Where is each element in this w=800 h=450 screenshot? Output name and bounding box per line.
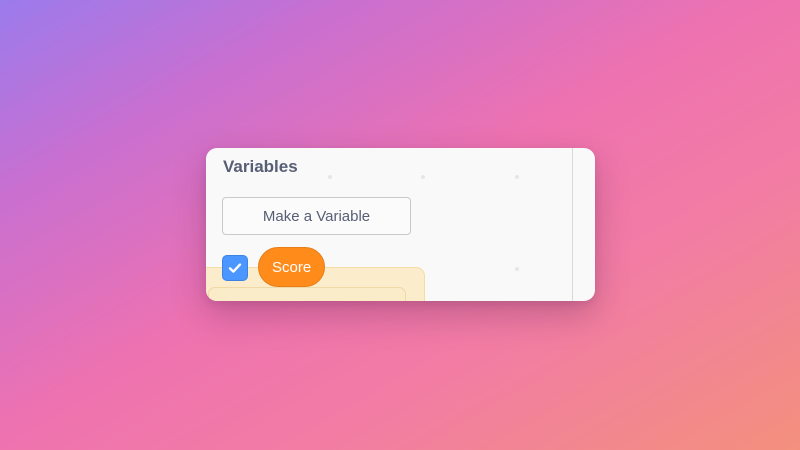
category-title: Variables	[223, 157, 298, 176]
variable-visibility-checkbox[interactable]	[222, 255, 248, 281]
workspace-grid-dot	[515, 175, 519, 179]
palette-divider	[572, 148, 573, 301]
workspace-grid-dot	[515, 267, 519, 271]
workspace-grid-dot	[328, 175, 332, 179]
checkmark-icon	[228, 263, 242, 273]
make-a-variable-button[interactable]: Make a Variable	[222, 197, 411, 235]
blocks-palette-panel: Variables Make a Variable Score	[206, 148, 595, 301]
workspace-grid-dot	[421, 175, 425, 179]
partially-visible-block-slot	[208, 287, 406, 301]
variable-reporter-score[interactable]: Score	[258, 247, 326, 287]
